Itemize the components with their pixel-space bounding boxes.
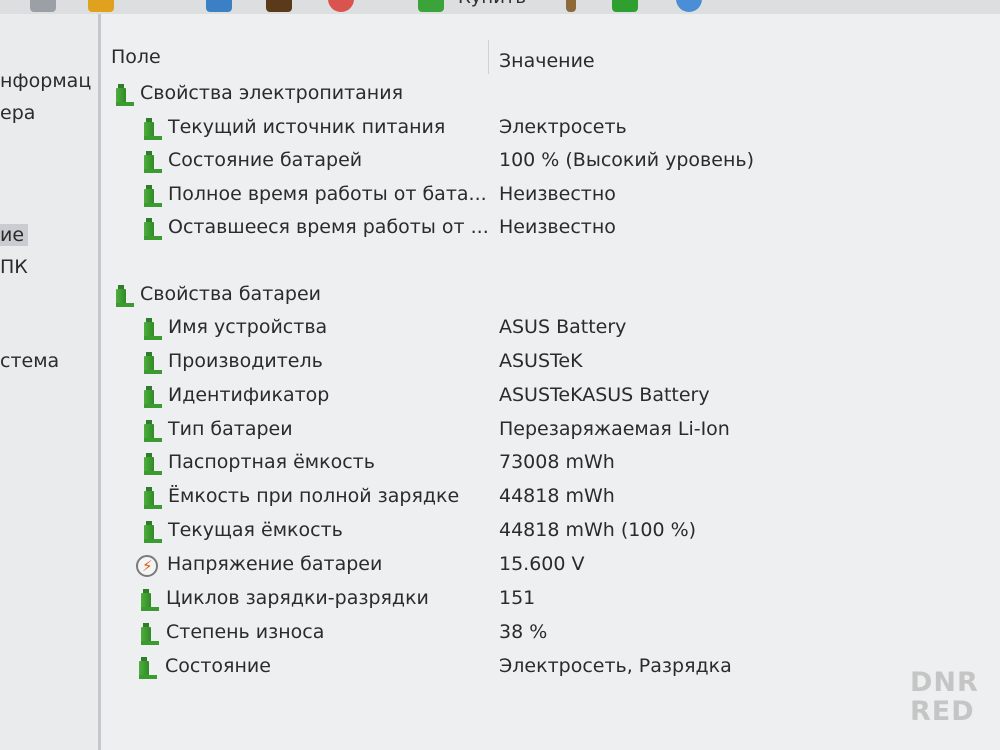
field-value: ASUSTeK bbox=[499, 350, 583, 372]
battery-icon bbox=[144, 487, 162, 509]
field-name: Степень износа bbox=[166, 621, 325, 643]
toolbar-icon-6[interactable] bbox=[566, 0, 576, 12]
field-name: Паспортная ёмкость bbox=[168, 451, 375, 473]
field-name: Текущая ёмкость bbox=[168, 519, 343, 541]
field-value: Электросеть bbox=[499, 116, 627, 138]
field-value: 44818 mWh bbox=[499, 485, 615, 507]
group-title: Свойства батареи bbox=[140, 283, 322, 305]
battery-icon bbox=[144, 151, 162, 173]
column-header-field[interactable]: Поле bbox=[111, 46, 161, 68]
field-name: Тип батареи bbox=[168, 418, 293, 440]
list-item[interactable]: Полное время работы от бата... Неизвестн… bbox=[0, 183, 1000, 213]
watermark-line-2: RED bbox=[910, 696, 975, 727]
toolbar-icon-5[interactable] bbox=[328, 0, 354, 12]
battery-icon bbox=[116, 84, 134, 106]
field-value: Перезаряжаемая Li-Ion bbox=[499, 418, 730, 440]
list-item[interactable]: Имя устройства ASUS Battery bbox=[0, 316, 1000, 346]
field-value: ASUSTeKASUS Battery bbox=[499, 384, 710, 406]
battery-icon bbox=[116, 285, 134, 307]
column-separator[interactable] bbox=[488, 40, 489, 74]
buy-icon[interactable] bbox=[418, 0, 444, 12]
column-header-value[interactable]: Значение bbox=[499, 50, 595, 72]
field-name: Состояние батарей bbox=[168, 149, 363, 171]
field-name: Имя устройства bbox=[168, 316, 328, 338]
battery-icon bbox=[144, 386, 162, 408]
toolbar-icon-7[interactable] bbox=[612, 0, 638, 12]
search-icon[interactable] bbox=[676, 0, 702, 12]
toolbar: Купить bbox=[0, 0, 1000, 14]
toolbar-icon-3[interactable] bbox=[206, 0, 232, 12]
field-value: Электросеть, Разрядка bbox=[499, 655, 732, 677]
field-name: Текущий источник питания bbox=[168, 116, 446, 138]
field-value: ASUS Battery bbox=[499, 316, 627, 338]
field-value: 151 bbox=[499, 587, 536, 609]
list-item[interactable]: Степень износа 38 % bbox=[0, 621, 1000, 651]
field-value: 38 % bbox=[499, 621, 548, 643]
field-name: Состояние bbox=[165, 655, 271, 677]
battery-icon bbox=[144, 318, 162, 340]
toolbar-icon-1[interactable] bbox=[30, 0, 56, 12]
battery-icon bbox=[144, 420, 162, 442]
list-item[interactable]: Паспортная ёмкость 73008 mWh bbox=[0, 451, 1000, 481]
group-header-battery[interactable]: Свойства батареи bbox=[0, 283, 1000, 313]
battery-icon bbox=[144, 352, 162, 374]
field-value: 15.600 V bbox=[499, 553, 585, 575]
voltage-icon: ⚡ bbox=[136, 555, 158, 577]
toolbar-icon-2[interactable] bbox=[88, 0, 114, 12]
toolbar-icon-4[interactable] bbox=[266, 0, 292, 12]
list-item[interactable]: Идентификатор ASUSTeKASUS Battery bbox=[0, 384, 1000, 414]
buy-button[interactable]: Купить bbox=[458, 0, 526, 8]
field-name: Идентификатор bbox=[168, 384, 330, 406]
field-value: 73008 mWh bbox=[499, 451, 615, 473]
list-item[interactable]: Текущий источник питания Электросеть bbox=[0, 116, 1000, 146]
list-item[interactable]: Состояние Электросеть, Разрядка bbox=[0, 655, 1000, 685]
field-value: Неизвестно bbox=[499, 183, 616, 205]
list-item[interactable]: Циклов зарядки-разрядки 151 bbox=[0, 587, 1000, 617]
battery-icon bbox=[144, 185, 162, 207]
field-name: Циклов зарядки-разрядки bbox=[166, 587, 429, 609]
field-value: 100 % (Высокий уровень) bbox=[499, 149, 754, 171]
battery-icon bbox=[144, 521, 162, 543]
field-value: Неизвестно bbox=[499, 216, 616, 238]
battery-icon bbox=[139, 657, 157, 679]
battery-icon bbox=[144, 118, 162, 140]
battery-icon bbox=[141, 623, 159, 645]
list-item[interactable]: Оставшееся время работы от ... Неизвестн… bbox=[0, 216, 1000, 246]
field-name: Ёмкость при полной зарядке bbox=[168, 485, 460, 507]
list-item[interactable]: Производитель ASUSTeK bbox=[0, 350, 1000, 380]
group-header-power[interactable]: Свойства электропитания bbox=[0, 82, 1000, 112]
field-value: 44818 mWh (100 %) bbox=[499, 519, 697, 541]
watermark-logo: DNR RED bbox=[910, 668, 988, 726]
list-item[interactable]: Состояние батарей 100 % (Высокий уровень… bbox=[0, 149, 1000, 179]
list-item[interactable]: ⚡ Напряжение батареи 15.600 V bbox=[0, 553, 1000, 583]
battery-icon bbox=[144, 453, 162, 475]
list-item[interactable]: Ёмкость при полной зарядке 44818 mWh bbox=[0, 485, 1000, 515]
list-item[interactable]: Текущая ёмкость 44818 mWh (100 %) bbox=[0, 519, 1000, 549]
field-name: Оставшееся время работы от ... bbox=[168, 216, 489, 238]
nav-item-pc[interactable]: ПК bbox=[0, 256, 28, 278]
watermark-line-1: DNR bbox=[910, 667, 979, 698]
battery-icon bbox=[141, 589, 159, 611]
group-title: Свойства электропитания bbox=[140, 82, 404, 104]
field-name: Полное время работы от бата... bbox=[168, 183, 487, 205]
list-item[interactable]: Тип батареи Перезаряжаемая Li-Ion bbox=[0, 418, 1000, 448]
battery-icon bbox=[144, 218, 162, 240]
field-name: Производитель bbox=[168, 350, 323, 372]
field-name: Напряжение батареи bbox=[167, 553, 383, 575]
